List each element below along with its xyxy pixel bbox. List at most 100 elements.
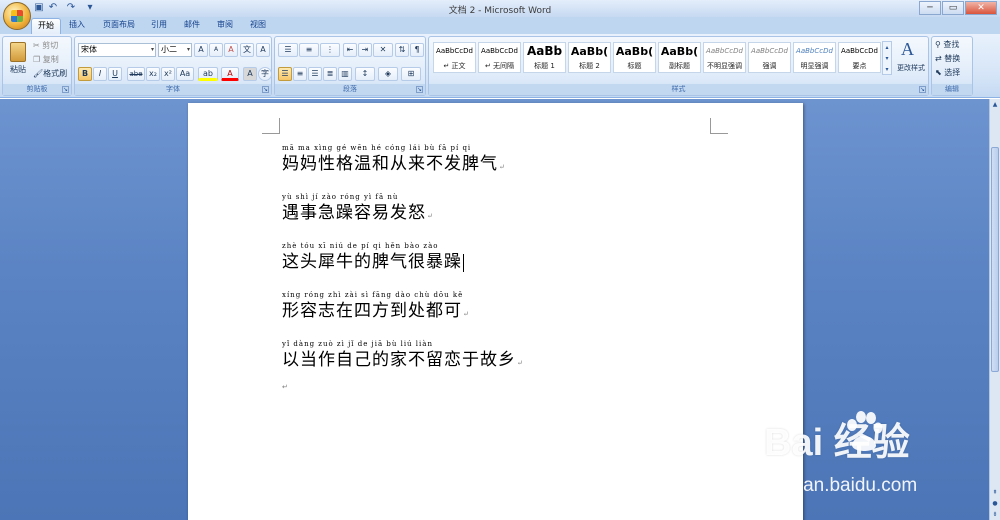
style-tile[interactable]: AaBbCcDd 不明显强调 [703,42,746,73]
shading-button[interactable]: ◈ [378,67,398,81]
style-sample: AaBb( [660,45,699,58]
maximize-button[interactable]: ▭ [942,1,964,15]
italic-button[interactable]: I [93,67,107,81]
phonetic-paragraph[interactable]: zhè tóu xī niú de pí qi hěn bào zào 这头犀牛的… [282,241,464,273]
sort-button[interactable]: ⇅ [395,43,409,57]
text-line-wrap: 这头犀牛的脾气很暴躁 [282,251,464,273]
tab-home[interactable]: 开始 [31,18,61,34]
multilevel-list-button[interactable]: ⋮ [320,43,340,57]
phonetic-paragraph[interactable]: yǐ dàng zuò zì jǐ de jiā bù liú liàn 以当作自… [282,339,524,371]
style-tile[interactable]: AaBb(标题 [613,42,656,73]
find-button[interactable]: ⚲ 查找 [934,38,960,52]
vertical-scrollbar[interactable]: ▲ ⇞ ● ⇟ [989,99,1000,520]
scroll-up-icon[interactable]: ▲ [991,100,999,109]
page-down-icon[interactable]: ⇟ [991,510,999,519]
strikethrough-button[interactable]: abe [127,67,145,81]
minimize-button[interactable]: ─ [919,1,941,15]
font-color-button[interactable]: A [221,67,239,81]
crop-mark-left [262,118,280,134]
watermark-url: jingyan.baidu.com [764,475,918,496]
bold-button[interactable]: B [78,67,92,81]
ribbon: 粘贴 ✂ 剪切 ❐ 复制 🖌格式刷 剪贴板 ↘ 宋体 ▾ 小二 ▾ A A A 文 … [0,34,1000,98]
tab-insert[interactable]: 插入 [63,18,91,34]
style-sample: AaBb( [615,45,654,58]
style-tile[interactable]: AaBbCcDd 要点 [838,42,881,73]
show-marks-button[interactable]: ¶ [410,43,424,57]
justify-button[interactable]: ≣ [323,67,337,81]
font-name-combo[interactable]: 宋体 ▾ [78,43,156,57]
change-styles-button[interactable]: A 更改样式 [894,39,928,83]
phonetic-paragraph[interactable]: mā ma xìng gé wēn hé cóng lái bù fā pí q… [282,143,506,175]
document-page[interactable]: mā ma xìng gé wēn hé cóng lái bù fā pí q… [188,103,803,520]
asian-layout-button[interactable]: ✕ [373,43,393,57]
underline-button[interactable]: U [108,67,122,81]
tab-view[interactable]: 视图 [243,18,273,34]
font-size-combo[interactable]: 小二 ▾ [158,43,192,57]
tab-references[interactable]: 引用 [144,18,174,34]
style-tile[interactable]: AaBbCcDd ↵ 正文 [433,42,476,73]
clear-format-button[interactable]: A [224,43,238,57]
subscript-button[interactable]: x₂ [146,67,160,81]
pinyin-line: zhè tóu xī niú de pí qi hěn bào zào [282,242,439,250]
increase-indent-button[interactable]: ⇥ [358,43,372,57]
paragraph-text: 遇事急躁容易发怒 [282,203,426,223]
enclose-char-button[interactable]: 字 [258,67,272,81]
align-right-icon: ☰ [311,69,319,78]
align-left-button[interactable]: ☰ [278,67,292,81]
style-tile[interactable]: AaBbCcDd 明显强调 [793,42,836,73]
style-tile[interactable]: AaBb( 副标题 [658,42,701,73]
paint-bucket-icon: ◈ [384,69,392,78]
format-painter-button[interactable]: 🖌格式刷 [32,67,68,81]
office-button[interactable] [3,2,31,30]
format-painter-label: 格式刷 [43,69,68,78]
phonetic-paragraph[interactable]: xíng róng zhì zài sì fāng dào chù dōu kě… [282,290,470,322]
font-launcher-icon[interactable]: ↘ [262,86,269,93]
binoculars-icon: ⚲ [935,40,941,49]
grow-font-button[interactable]: A [194,43,208,57]
scroll-thumb[interactable] [991,147,999,372]
borders-button[interactable]: ⊞ [401,67,421,81]
copy-button[interactable]: ❐ 复制 [32,53,60,67]
line-spacing-button[interactable]: ↕ [355,67,375,81]
page-up-icon[interactable]: ⇞ [991,488,999,497]
style-tile[interactable]: AaBb 标题 1 [523,42,566,73]
decrease-indent-button[interactable]: ⇤ [343,43,357,57]
style-sample: AaBbCcDd [841,47,878,55]
align-center-button[interactable]: ≡ [293,67,307,81]
change-styles-label: 更改样式 [897,64,925,72]
phonetic-guide-button[interactable]: 文 [240,43,254,57]
close-button[interactable]: ✕ [965,1,997,15]
select-button[interactable]: ⬉ 选择 [934,66,961,80]
style-name: 副标题 [669,62,690,70]
bullets-button[interactable]: ☰ [278,43,298,57]
select-browse-object-icon[interactable]: ● [991,499,999,508]
char-shading-button[interactable]: A [243,67,257,81]
style-tile[interactable]: AaBb(标题 2 [568,42,611,73]
tab-page-layout[interactable]: 页面布局 [96,18,142,34]
highlight-button[interactable]: ab [198,67,218,81]
clipboard-launcher-icon[interactable]: ↘ [62,86,69,93]
paste-button[interactable]: 粘贴 [7,40,29,80]
empty-paragraph-mark: ↵ [282,383,288,391]
replace-button[interactable]: ⇄ 替换 [934,52,961,66]
paragraph-launcher-icon[interactable]: ↘ [416,86,423,93]
tab-mailings[interactable]: 邮件 [177,18,207,34]
styles-launcher-icon[interactable]: ↘ [919,86,926,93]
shrink-font-button[interactable]: A [209,43,223,57]
style-tile[interactable]: AaBbCcDd 强调 [748,42,791,73]
change-case-button[interactable]: Aa [176,67,194,81]
styles-group-label: 样式 [429,84,928,95]
style-tile[interactable]: AaBbCcDd ↵ 无间隔 [478,42,521,73]
tab-review[interactable]: 审阅 [210,18,240,34]
superscript-button[interactable]: x² [161,67,175,81]
cut-button[interactable]: ✂ 剪切 [32,39,59,53]
phonetic-paragraph[interactable]: yù shì jí zào róng yì fā nù 遇事急躁容易发怒↵ [282,192,434,224]
align-right-button[interactable]: ☰ [308,67,322,81]
scissors-icon: ✂ [33,41,40,50]
distributed-button[interactable]: ▥ [338,67,352,81]
gallery-scroll[interactable]: ▴ ▾ ▾ [882,41,892,75]
numbering-button[interactable]: ≡ [299,43,319,57]
text-line-wrap: 以当作自己的家不留恋于故乡↵ [282,349,524,371]
distributed-icon: ▥ [341,69,349,78]
char-border-button[interactable]: A [256,43,270,57]
